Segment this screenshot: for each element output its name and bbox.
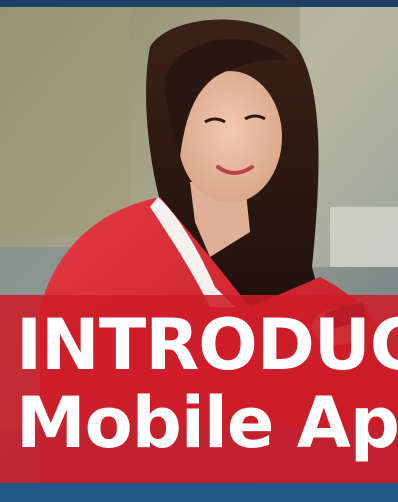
top-border bbox=[0, 0, 398, 7]
headline-line-2: Mobile App bbox=[16, 382, 398, 464]
headline-line-1: INTRODUC bbox=[16, 306, 398, 386]
bottom-strip bbox=[0, 483, 398, 502]
mobile-app-promo-card: INTRODUC Mobile App bbox=[0, 0, 398, 502]
headline: INTRODUC Mobile App bbox=[16, 306, 398, 476]
